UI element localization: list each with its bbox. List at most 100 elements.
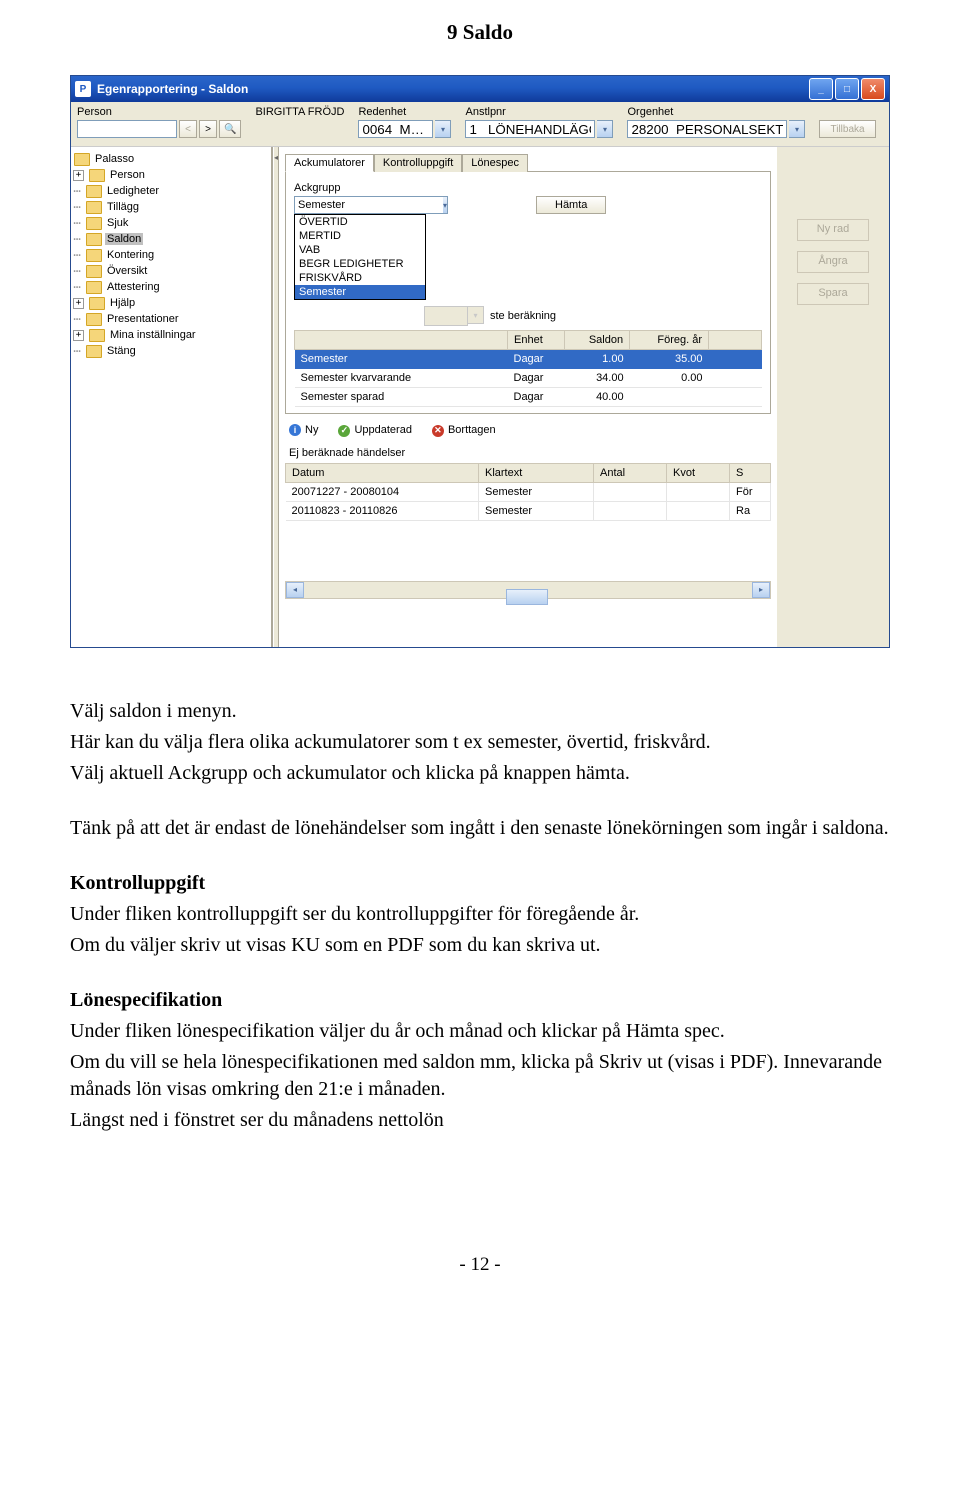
minimize-button[interactable]: _ (809, 78, 833, 100)
col-header[interactable]: S (730, 463, 771, 482)
legend-borttagen: ✕Borttagen (432, 424, 496, 437)
window-title: Egenrapportering - Saldon (97, 82, 248, 96)
paragraph: Tänk på att det är endast de lönehändels… (70, 815, 890, 842)
scroll-right-button[interactable]: ▸ (752, 582, 770, 598)
col-header[interactable]: Antal (594, 463, 667, 482)
tree-item[interactable]: ⋯Tillägg (71, 199, 271, 215)
grid-row[interactable]: Semester kvarvarande Dagar 34.00 0.00 (295, 369, 762, 388)
col-header[interactable]: Datum (286, 463, 479, 482)
redenhet-select[interactable] (358, 120, 433, 138)
tree-item[interactable]: ⋯Kontering (71, 247, 271, 263)
person-label: Person (77, 106, 241, 118)
col-header[interactable]: Klartext (479, 463, 594, 482)
tillbaka-button[interactable]: Tillbaka (819, 120, 875, 138)
search-button[interactable]: 🔍 (219, 120, 241, 138)
grid-row[interactable]: Semester Dagar 1.00 35.00 (295, 350, 762, 369)
header-toolbar: Person < > 🔍 BIRGITTA FRÖJD Redenhet ▾ (71, 102, 889, 147)
close-button[interactable]: X (861, 78, 885, 100)
tree-item[interactable]: ⋯Stäng (71, 343, 271, 359)
expand-icon[interactable]: + (73, 298, 84, 309)
folder-icon (86, 265, 102, 278)
chevron-down-icon[interactable]: ▾ (789, 120, 805, 138)
events-heading: Ej beräknade händelser (285, 443, 771, 463)
horizontal-scrollbar[interactable]: ◂ ▸ (285, 581, 771, 599)
tree-item[interactable]: +Mina inställningar (71, 327, 271, 343)
paragraph: Om du vill se hela lönespecifikationen m… (70, 1049, 890, 1103)
orgenhet-select[interactable] (627, 120, 787, 138)
ackgrupp-label: Ackgrupp (294, 182, 762, 194)
grid-row[interactable]: 20110823 - 20110826 Semester Ra (286, 501, 771, 520)
tab-strip: Ackumulatorer Kontrolluppgift Lönespec (285, 153, 771, 171)
expand-icon[interactable]: + (73, 170, 84, 181)
chevron-down-icon[interactable]: ▾ (435, 120, 451, 138)
ackumulator-grid: Enhet Saldon Föreg. år Semester Dagar 1.… (294, 330, 762, 407)
tree-item[interactable]: ⋯Översikt (71, 263, 271, 279)
dropdown-item[interactable]: ÖVERTID (295, 215, 425, 229)
ackgrupp-dropdown-list: ÖVERTID MERTID VAB BEGR LEDIGHETER FRISK… (294, 214, 426, 300)
col-header[interactable]: Kvot (667, 463, 730, 482)
tree-item[interactable]: ⋯Ledigheter (71, 183, 271, 199)
tree-item[interactable]: ⋯Attestering (71, 279, 271, 295)
disabled-select: ▾ (424, 306, 484, 326)
col-header[interactable] (295, 331, 508, 350)
spara-button[interactable]: Spara (797, 283, 869, 305)
ny-rad-button[interactable]: Ny rad (797, 219, 869, 241)
tree-item-palasso[interactable]: Palasso (71, 151, 271, 167)
anstlpnr-select[interactable] (465, 120, 595, 138)
next-button[interactable]: > (199, 120, 217, 138)
paragraph: Välj saldon i menyn. (70, 698, 890, 725)
person-input[interactable] (77, 120, 177, 138)
dropdown-item-selected[interactable]: Semester (295, 285, 425, 299)
col-header[interactable]: Saldon (565, 331, 630, 350)
tree-item[interactable]: +Person (71, 167, 271, 183)
folder-icon (86, 281, 102, 294)
grid-row[interactable]: 20071227 - 20080104 Semester För (286, 482, 771, 501)
info-icon: i (289, 424, 301, 436)
tree-item-saldon[interactable]: ⋯Saldon (71, 231, 271, 247)
col-header[interactable]: Enhet (508, 331, 565, 350)
name-label: BIRGITTA FRÖJD (255, 106, 344, 118)
scroll-left-button[interactable]: ◂ (286, 582, 304, 598)
folder-icon (86, 185, 102, 198)
angra-button[interactable]: Ångra (797, 251, 869, 273)
dropdown-item[interactable]: VAB (295, 243, 425, 257)
chevron-down-icon[interactable]: ▾ (597, 120, 613, 138)
folder-icon (74, 153, 90, 166)
events-grid: Datum Klartext Antal Kvot S 20071227 - 2… (285, 463, 771, 521)
legend-ny: iNy (289, 424, 318, 436)
legend-uppdaterad: ✓Uppdaterad (338, 424, 412, 437)
dropdown-item[interactable]: FRISKVÅRD (295, 271, 425, 285)
paragraph: Under fliken lönespecifikation väljer du… (70, 1018, 890, 1045)
check-icon: ✓ (338, 425, 350, 437)
x-icon: ✕ (432, 425, 444, 437)
paragraph: Om du väljer skriv ut visas KU som en PD… (70, 932, 890, 959)
chevron-down-icon[interactable]: ▾ (443, 196, 448, 214)
redenhet-label: Redenhet (358, 106, 451, 118)
anstlpnr-label: Anstlpnr (465, 106, 613, 118)
dropdown-item[interactable]: MERTID (295, 229, 425, 243)
tab-kontrolluppgift[interactable]: Kontrolluppgift (374, 154, 462, 172)
folder-icon (86, 249, 102, 262)
expand-icon[interactable]: + (73, 330, 84, 341)
scroll-thumb[interactable] (506, 589, 548, 605)
col-header[interactable]: Föreg. år (630, 331, 709, 350)
chevron-down-icon: ▾ (468, 306, 484, 324)
main-content: Ackumulatorer Kontrolluppgift Lönespec A… (279, 147, 777, 647)
prev-button[interactable]: < (179, 120, 197, 138)
folder-icon (89, 297, 105, 310)
paragraph: Välj aktuell Ackgrupp och ackumulator oc… (70, 760, 890, 787)
maximize-button[interactable]: □ (835, 78, 859, 100)
tree-item[interactable]: +Hjälp (71, 295, 271, 311)
tab-ackumulatorer[interactable]: Ackumulatorer (285, 154, 374, 172)
tree-item[interactable]: ⋯Presentationer (71, 311, 271, 327)
folder-icon (86, 201, 102, 214)
hamta-button[interactable]: Hämta (536, 196, 606, 214)
tab-lonespec[interactable]: Lönespec (462, 154, 528, 172)
berakning-fragment: ste beräkning (490, 310, 556, 322)
dropdown-item[interactable]: BEGR LEDIGHETER (295, 257, 425, 271)
ackgrupp-select[interactable] (294, 196, 443, 214)
grid-row[interactable]: Semester sparad Dagar 40.00 (295, 388, 762, 407)
tree-item[interactable]: ⋯Sjuk (71, 215, 271, 231)
doc-heading: 9 Saldo (70, 20, 890, 45)
col-header[interactable] (709, 331, 762, 350)
